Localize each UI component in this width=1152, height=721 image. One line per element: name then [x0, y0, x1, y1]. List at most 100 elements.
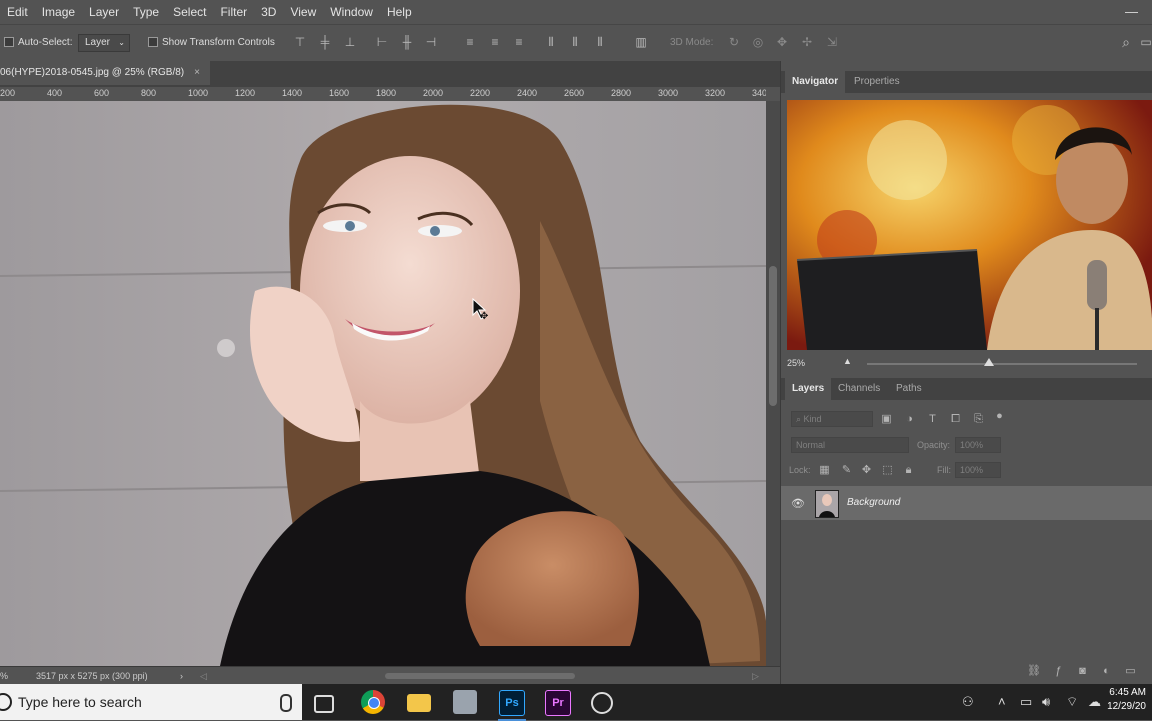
- network-icon[interactable]: ⌔: [1066, 694, 1078, 710]
- 3d-roll-icon[interactable]: ◎: [752, 36, 764, 48]
- filter-adjustment-icon[interactable]: ◑: [904, 414, 915, 425]
- lock-label: Lock:: [789, 465, 811, 475]
- vertical-scroll-thumb[interactable]: [769, 266, 777, 406]
- menu-help[interactable]: Help: [380, 5, 419, 19]
- menu-image[interactable]: Image: [35, 5, 82, 19]
- premiere-icon[interactable]: Pr: [545, 690, 571, 716]
- show-transform-group[interactable]: Show Transform Controls: [148, 37, 275, 48]
- filter-toggle-icon[interactable]: ●: [994, 411, 1005, 422]
- lock-paint-icon[interactable]: ✎: [841, 465, 852, 476]
- auto-select-dropdown[interactable]: Layer ⌄: [78, 34, 130, 52]
- file-explorer-icon[interactable]: [407, 694, 431, 712]
- menu-window[interactable]: Window: [323, 5, 380, 19]
- auto-select-checkbox-group[interactable]: Auto-Select:: [4, 37, 72, 48]
- close-icon[interactable]: ×: [194, 67, 200, 78]
- navigator-preview[interactable]: [787, 100, 1152, 350]
- menu-edit[interactable]: Edit: [0, 5, 35, 19]
- distribute-bottom-icon[interactable]: ≡: [513, 36, 525, 48]
- distribute-vcenter-icon[interactable]: ≡: [489, 36, 501, 48]
- ruler-tick: 2800: [611, 88, 632, 98]
- lock-artboard-icon[interactable]: ⬚: [882, 465, 893, 476]
- 3d-slide-icon[interactable]: ✢: [801, 36, 813, 48]
- taskbar-clock[interactable]: 6:45 AM 12/29/20: [1107, 686, 1146, 714]
- taskbar-search-box[interactable]: Type here to search: [0, 684, 302, 720]
- link-layers-icon[interactable]: ⛓︎: [1027, 666, 1041, 677]
- distribute-left-icon[interactable]: ⦀: [545, 36, 557, 48]
- menu-view[interactable]: View: [283, 5, 323, 19]
- search-icon[interactable]: ⌕: [1120, 35, 1132, 49]
- vertical-scrollbar[interactable]: [766, 101, 780, 666]
- document-tab[interactable]: 06(HYPE)2018-0545.jpg @ 25% (RGB/8) ×: [0, 61, 210, 85]
- layer-thumbnail[interactable]: [815, 490, 839, 518]
- menu-filter[interactable]: Filter: [213, 5, 254, 19]
- chevron-up-icon[interactable]: ˄: [998, 694, 1006, 709]
- fill-input[interactable]: 100%: [955, 462, 1001, 478]
- 3d-scale-icon[interactable]: ⇲: [826, 36, 838, 48]
- status-zoom[interactable]: %: [0, 667, 8, 685]
- people-icon[interactable]: ⚇: [962, 694, 974, 710]
- new-group-icon[interactable]: ▭: [1125, 666, 1136, 677]
- menu-select[interactable]: Select: [166, 5, 213, 19]
- eye-icon[interactable]: 👁︎: [791, 497, 805, 510]
- zoom-slider-thumb[interactable]: [984, 358, 994, 366]
- task-view-icon[interactable]: [314, 695, 334, 713]
- blend-mode-dropdown[interactable]: Normal: [791, 437, 909, 453]
- distribute-right-icon[interactable]: ⦀: [594, 36, 606, 48]
- status-arrow-icon[interactable]: ›: [180, 667, 183, 685]
- fx-icon[interactable]: ƒ: [1053, 666, 1064, 677]
- cloud-icon[interactable]: ☁︎: [1088, 694, 1101, 710]
- align-hcenter-icon[interactable]: ╫: [401, 36, 413, 48]
- lock-transparent-icon[interactable]: ▦: [819, 465, 830, 476]
- add-mask-icon[interactable]: ◙: [1077, 666, 1088, 677]
- snipping-tool-icon[interactable]: [453, 690, 477, 714]
- filter-smartobject-icon[interactable]: ⎘: [973, 414, 984, 425]
- distribute-hcenter-icon[interactable]: ⦀: [569, 36, 581, 48]
- filter-type-icon[interactable]: T: [927, 414, 938, 425]
- distribute-top-icon[interactable]: ≡: [464, 36, 476, 48]
- document-canvas[interactable]: ✥: [0, 101, 766, 666]
- opacity-input[interactable]: 100%: [955, 437, 1001, 453]
- lock-position-icon[interactable]: ✥: [861, 465, 872, 476]
- tab-paths[interactable]: Paths: [889, 378, 929, 400]
- navigator-zoom-value[interactable]: 25%: [787, 358, 805, 368]
- show-transform-checkbox[interactable]: [148, 37, 158, 48]
- filter-shape-icon[interactable]: ⧠: [950, 414, 961, 425]
- align-right-icon[interactable]: ⊣: [425, 36, 437, 48]
- obs-icon[interactable]: [591, 692, 613, 714]
- scroll-left-icon[interactable]: ◁: [200, 667, 207, 685]
- microphone-icon[interactable]: [280, 694, 292, 712]
- menu-layer[interactable]: Layer: [82, 5, 126, 19]
- 3d-pan-icon[interactable]: ✥: [776, 36, 788, 48]
- scroll-right-icon[interactable]: ▷: [752, 667, 759, 685]
- lock-all-icon[interactable]: 🔒︎: [903, 465, 914, 476]
- 3d-rotate-icon[interactable]: ↻: [728, 36, 740, 48]
- minimize-icon[interactable]: —: [1125, 4, 1138, 19]
- 3d-mode-label: 3D Mode:: [670, 37, 714, 48]
- menu-type[interactable]: Type: [126, 5, 166, 19]
- chrome-icon[interactable]: [361, 690, 385, 714]
- horizontal-scroll-thumb[interactable]: [385, 673, 575, 679]
- align-bottom-icon[interactable]: ⊥: [344, 36, 356, 48]
- align-left-icon[interactable]: ⊢: [376, 36, 388, 48]
- layer-row-background[interactable]: 👁︎ Background: [781, 486, 1152, 520]
- tab-properties[interactable]: Properties: [847, 71, 907, 93]
- zoom-slider-track[interactable]: [867, 363, 1137, 365]
- volume-icon[interactable]: 🔊︎: [1042, 694, 1050, 710]
- zoom-out-icon[interactable]: ▲: [843, 356, 852, 366]
- tab-navigator[interactable]: Navigator: [785, 71, 846, 93]
- status-doc-size[interactable]: 3517 px x 5275 px (300 ppi): [36, 667, 148, 685]
- layer-filter-dropdown[interactable]: ⌕ Kind: [791, 411, 873, 427]
- workspace-icon[interactable]: ▭: [1140, 36, 1152, 48]
- tab-channels[interactable]: Channels: [831, 378, 887, 400]
- adjustment-layer-icon[interactable]: ◐: [1101, 666, 1112, 677]
- photoshop-icon[interactable]: Ps: [498, 690, 526, 721]
- align-vcenter-icon[interactable]: ╪: [319, 36, 331, 48]
- tab-layers[interactable]: Layers: [785, 378, 832, 400]
- menu-3d[interactable]: 3D: [254, 5, 283, 19]
- auto-align-icon[interactable]: ▥: [635, 36, 647, 48]
- align-top-icon[interactable]: ⊤: [294, 36, 306, 48]
- auto-select-checkbox[interactable]: [4, 37, 14, 48]
- filter-pixel-icon[interactable]: ▣: [881, 414, 892, 425]
- layer-name[interactable]: Background: [847, 497, 900, 508]
- battery-icon[interactable]: ▭: [1020, 694, 1032, 710]
